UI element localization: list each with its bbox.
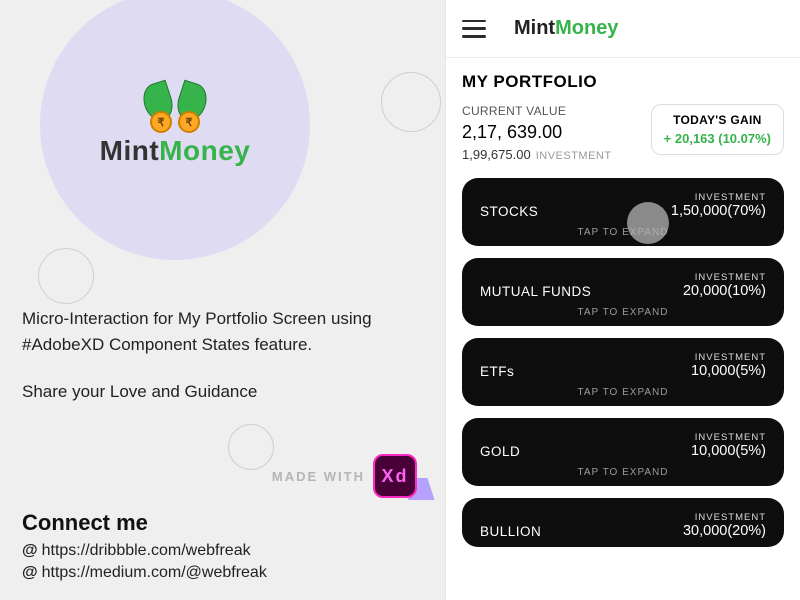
asset-inv-label: INVESTMENT — [683, 512, 766, 523]
brand-logo: ₹ ₹ MintMoney — [40, 0, 310, 260]
asset-list: STOCKS INVESTMENT 1,50,000(70%) TAP TO E… — [462, 178, 784, 547]
decorative-circle — [381, 72, 441, 132]
asset-name: GOLD — [480, 444, 520, 459]
connect-link[interactable]: @https://medium.com/@webfreak — [22, 564, 267, 582]
made-with-row: MADE WITH Xd — [272, 454, 417, 498]
asset-inv-value: 1,50,000(70%) — [671, 203, 766, 219]
asset-name: STOCKS — [480, 204, 538, 219]
section-title: MY PORTFOLIO — [462, 72, 784, 92]
asset-inv-value: 20,000(10%) — [683, 283, 766, 299]
asset-name: MUTUAL FUNDS — [480, 284, 591, 299]
asset-card-gold[interactable]: GOLD INVESTMENT 10,000(5%) TAP TO EXPAND — [462, 418, 784, 486]
asset-inv-label: INVESTMENT — [683, 272, 766, 283]
connect-section: Connect me @https://dribbble.com/webfrea… — [22, 510, 267, 586]
app-title: MintMoney — [514, 17, 618, 40]
portfolio-summary: CURRENT VALUE 2,17, 639.00 1,99,675.00IN… — [462, 104, 784, 162]
decorative-circle — [228, 424, 274, 470]
asset-name: ETFs — [480, 364, 514, 379]
current-value: 2,17, 639.00 — [462, 122, 612, 143]
asset-inv-label: INVESTMENT — [691, 352, 766, 363]
asset-card-stocks[interactable]: STOCKS INVESTMENT 1,50,000(70%) TAP TO E… — [462, 178, 784, 246]
tap-hint: TAP TO EXPAND — [480, 387, 766, 398]
asset-inv-value: 30,000(20%) — [683, 523, 766, 539]
decorative-circle — [38, 248, 94, 304]
gain-label: TODAY'S GAIN — [664, 113, 771, 127]
investment-value: 1,99,675.00INVESTMENT — [462, 147, 612, 162]
asset-inv-label: INVESTMENT — [671, 192, 766, 203]
coin-icon: ₹ — [178, 111, 200, 133]
adobe-xd-icon: Xd — [373, 454, 417, 498]
asset-name: BULLION — [480, 524, 541, 539]
leaf-logo-icon: ₹ ₹ — [140, 83, 210, 131]
brand-wordmark: MintMoney — [100, 135, 251, 167]
connect-title: Connect me — [22, 510, 267, 536]
tap-hint: TAP TO EXPAND — [480, 307, 766, 318]
portfolio-screen: MY PORTFOLIO CURRENT VALUE 2,17, 639.00 … — [446, 58, 800, 600]
asset-inv-value: 10,000(5%) — [691, 443, 766, 459]
tap-hint: TAP TO EXPAND — [480, 227, 766, 238]
asset-card-bullion[interactable]: BULLION INVESTMENT 30,000(20%) — [462, 498, 784, 547]
gain-value: + 20,163 (10.07%) — [664, 131, 771, 146]
tap-hint: TAP TO EXPAND — [480, 467, 766, 478]
description-text: Micro-Interaction for My Portfolio Scree… — [22, 306, 415, 357]
todays-gain-card: TODAY'S GAIN + 20,163 (10.07%) — [651, 104, 784, 155]
asset-inv-value: 10,000(5%) — [691, 363, 766, 379]
asset-card-etfs[interactable]: ETFs INVESTMENT 10,000(5%) TAP TO EXPAND — [462, 338, 784, 406]
phone-screen: MintMoney MY PORTFOLIO CURRENT VALUE 2,1… — [445, 0, 800, 600]
showcase-panel: ₹ ₹ MintMoney Micro-Interaction for My P… — [0, 0, 445, 600]
app-bar: MintMoney — [446, 0, 800, 58]
asset-card-mutual-funds[interactable]: MUTUAL FUNDS INVESTMENT 20,000(10%) TAP … — [462, 258, 784, 326]
menu-icon[interactable] — [462, 20, 486, 38]
description-text: Share your Love and Guidance — [22, 379, 415, 405]
current-value-label: CURRENT VALUE — [462, 104, 612, 118]
at-icon: @ — [22, 542, 38, 559]
connect-link[interactable]: @https://dribbble.com/webfreak — [22, 542, 267, 560]
at-icon: @ — [22, 564, 38, 581]
showcase-description: Micro-Interaction for My Portfolio Scree… — [22, 306, 415, 427]
made-with-label: MADE WITH — [272, 469, 365, 484]
coin-icon: ₹ — [150, 111, 172, 133]
asset-inv-label: INVESTMENT — [691, 432, 766, 443]
